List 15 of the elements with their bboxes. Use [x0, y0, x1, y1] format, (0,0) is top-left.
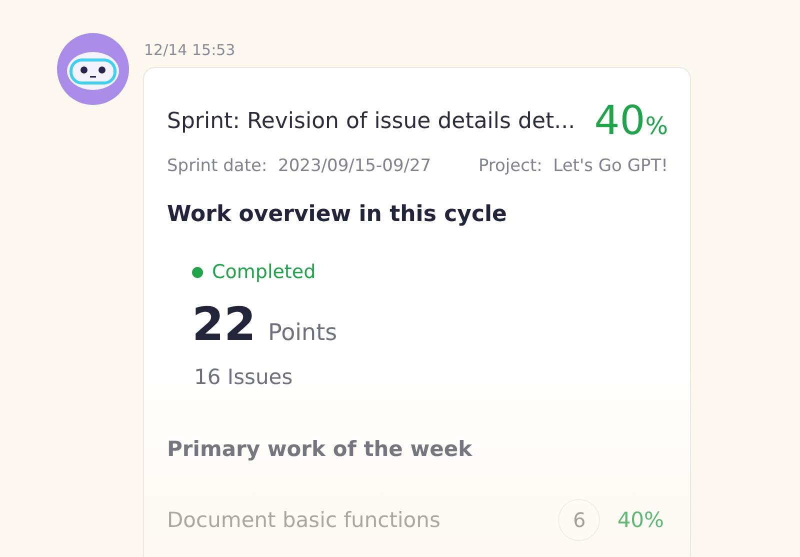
work-item-name: Document basic functions — [167, 508, 442, 532]
message-timestamp: 12/14 15:53 — [144, 41, 236, 59]
progress-percent: 40% — [594, 98, 668, 144]
robot-avatar-icon — [57, 33, 129, 105]
overview-heading: Work overview in this cycle — [167, 202, 508, 227]
points-count: 22 — [192, 297, 256, 351]
points-unit: Points — [268, 320, 338, 346]
status-label: Completed — [212, 261, 316, 283]
sprint-title: Sprint: Revision of issue details det... — [167, 108, 576, 134]
issues-count: 16 Issues — [194, 365, 294, 389]
sprint-date: Sprint date: 2023/09/15-09/27 — [167, 156, 432, 176]
primary-work-heading: Primary work of the week — [167, 437, 474, 461]
work-item-percent: 40% — [617, 508, 664, 532]
work-item-count: 6 — [558, 499, 600, 541]
project-name: Project: Let's Go GPT! — [478, 156, 668, 176]
